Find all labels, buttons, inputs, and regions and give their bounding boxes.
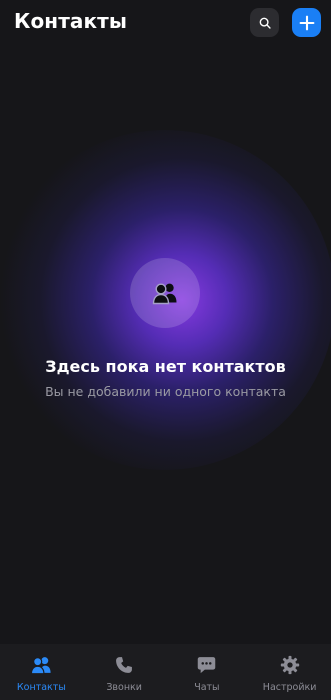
bottom-tab-bar: Контакты Звонки Чаты Настройки — [0, 644, 331, 700]
tab-contacts[interactable]: Контакты — [0, 644, 83, 700]
people-icon — [152, 283, 177, 305]
tab-label: Настройки — [262, 682, 317, 693]
phone-icon — [116, 657, 133, 673]
contacts-screen: Контакты Здесь пока нет контактов Вы не … — [0, 0, 331, 700]
plus-icon — [299, 15, 314, 30]
tab-calls[interactable]: Звонки — [83, 644, 166, 700]
empty-state-icon-circle — [130, 258, 200, 328]
search-button[interactable] — [250, 8, 279, 37]
page-title: Контакты — [14, 9, 128, 33]
empty-state-title: Здесь пока нет контактов — [45, 357, 286, 376]
gear-icon — [280, 655, 299, 675]
empty-state-subtitle: Вы не добавили ни одного контакта — [45, 384, 286, 399]
tab-label: Чаты — [194, 682, 220, 693]
tab-label: Звонки — [106, 682, 142, 693]
tab-settings[interactable]: Настройки — [248, 644, 331, 700]
tab-label: Контакты — [16, 682, 66, 693]
people-icon — [31, 657, 51, 675]
tab-chats[interactable]: Чаты — [166, 644, 249, 700]
search-icon — [259, 17, 271, 29]
add-contact-button[interactable] — [292, 8, 321, 37]
header: Контакты — [0, 0, 331, 46]
chat-icon — [198, 657, 216, 674]
